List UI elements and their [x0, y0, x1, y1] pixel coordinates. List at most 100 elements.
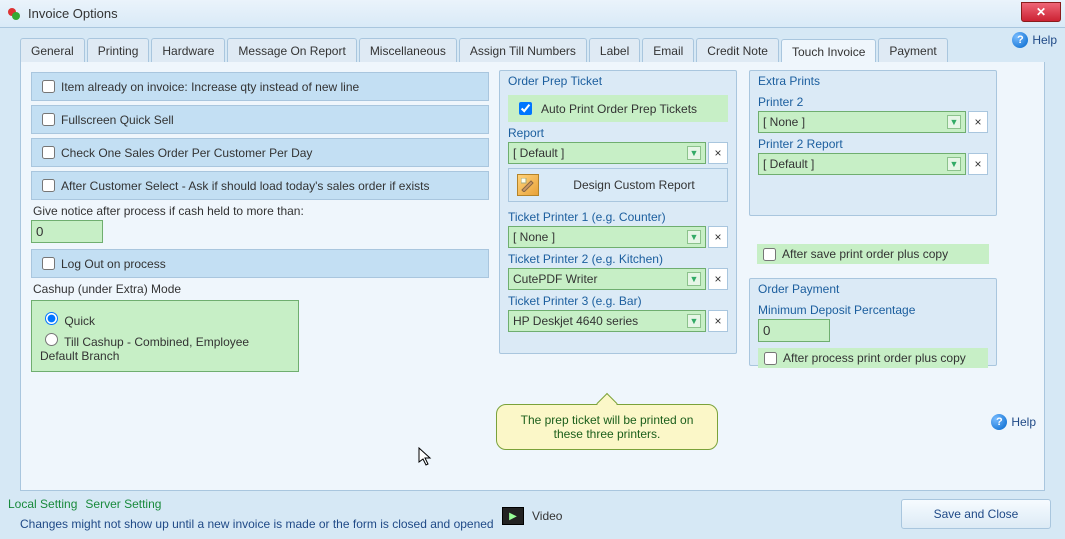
design-custom-report-button[interactable]: Design Custom Report: [508, 168, 728, 202]
radio-quick[interactable]: Quick: [40, 309, 290, 328]
group-legend: Extra Prints: [754, 72, 992, 90]
tab-miscellaneous[interactable]: Miscellaneous: [359, 38, 457, 64]
min-deposit-label: Minimum Deposit Percentage: [758, 303, 988, 317]
ticket-printer-2-combo[interactable]: CutePDF Writer ▼: [508, 268, 706, 290]
tab-printing[interactable]: Printing: [87, 38, 150, 64]
check-label: After save print order plus copy: [782, 247, 948, 261]
tab-assign-till-numbers[interactable]: Assign Till Numbers: [459, 38, 587, 64]
tab-hardware[interactable]: Hardware: [151, 38, 225, 64]
checkbox[interactable]: [763, 248, 776, 261]
check-label: Item already on invoice: Increase qty in…: [61, 80, 359, 94]
check-after-customer-select[interactable]: After Customer Select - Ask if should lo…: [31, 171, 489, 200]
cashup-mode-group: Quick Till Cashup - Combined, Employee D…: [31, 300, 299, 372]
chevron-down-icon: ▼: [687, 230, 701, 244]
tab-credit-note[interactable]: Credit Note: [696, 38, 779, 64]
ruler-pencil-icon: [517, 174, 539, 196]
checkbox[interactable]: [42, 113, 55, 126]
button-label: Design Custom Report: [549, 178, 719, 192]
ticket-printer-2-label: Ticket Printer 2 (e.g. Kitchen): [508, 252, 728, 266]
checkbox[interactable]: [42, 179, 55, 192]
chevron-down-icon: ▼: [687, 146, 701, 160]
ticket-printer-3-clear-button[interactable]: ×: [708, 310, 728, 332]
button-label: Save and Close: [934, 507, 1019, 521]
group-legend: Order Prep Ticket: [504, 72, 732, 90]
min-deposit-input[interactable]: [758, 319, 830, 342]
after-save-row: After save print order plus copy: [749, 240, 997, 262]
group-order-payment: Order Payment Minimum Deposit Percentage…: [749, 278, 997, 366]
check-label: Fullscreen Quick Sell: [61, 113, 174, 127]
footer-links: Local Setting Server Setting: [8, 497, 161, 511]
group-legend: Order Payment: [754, 280, 992, 298]
radio-label: Quick: [64, 314, 95, 328]
printer-2-report-label: Printer 2 Report: [758, 137, 988, 151]
check-label: Log Out on process: [61, 257, 166, 271]
ticket-printer-1-clear-button[interactable]: ×: [708, 226, 728, 248]
app-icon: [6, 6, 22, 22]
ticket-printer-3-label: Ticket Printer 3 (e.g. Bar): [508, 294, 728, 308]
combo-value: [ Default ]: [763, 157, 814, 171]
close-button[interactable]: ✕: [1021, 2, 1061, 22]
group-order-prep-ticket: Order Prep Ticket Auto Print Order Prep …: [499, 70, 737, 354]
check-item-already-on-invoice[interactable]: Item already on invoice: Increase qty in…: [31, 72, 489, 101]
radio-label: Till Cashup - Combined, Employee Default…: [40, 335, 249, 363]
checkbox[interactable]: [519, 102, 532, 115]
report-combo[interactable]: [ Default ] ▼: [508, 142, 706, 164]
tab-email[interactable]: Email: [642, 38, 694, 64]
radio[interactable]: [45, 312, 58, 325]
check-fullscreen-quick-sell[interactable]: Fullscreen Quick Sell: [31, 105, 489, 134]
combo-value: [ Default ]: [513, 146, 564, 160]
save-and-close-button[interactable]: Save and Close: [901, 499, 1051, 529]
video-label: Video: [532, 509, 562, 523]
checkbox[interactable]: [42, 146, 55, 159]
tab-label[interactable]: Label: [589, 38, 640, 64]
cursor-icon: [418, 447, 434, 472]
check-after-process-print[interactable]: After process print order plus copy: [758, 348, 988, 368]
radio[interactable]: [45, 333, 58, 346]
tab-content: Item already on invoice: Increase qty in…: [20, 62, 1045, 491]
checkbox[interactable]: [764, 352, 777, 365]
tab-payment[interactable]: Payment: [878, 38, 947, 64]
footer-note: Changes might not show up until a new in…: [20, 517, 494, 531]
notice-value-input[interactable]: [31, 220, 103, 243]
close-icon: ✕: [1036, 5, 1046, 19]
tooltip-callout: The prep ticket will be printed on these…: [496, 404, 718, 450]
titlebar: Invoice Options ✕: [0, 0, 1065, 28]
tabstrip: General Printing Hardware Message On Rep…: [20, 38, 1045, 65]
combo-value: [ None ]: [513, 230, 555, 244]
cashup-mode-label: Cashup (under Extra) Mode: [33, 282, 489, 296]
check-one-sales-order-per-day[interactable]: Check One Sales Order Per Customer Per D…: [31, 138, 489, 167]
check-log-out-on-process[interactable]: Log Out on process: [31, 249, 489, 278]
checkbox[interactable]: [42, 257, 55, 270]
checkbox[interactable]: [42, 80, 55, 93]
printer-2-label: Printer 2: [758, 95, 988, 109]
ticket-printer-3-combo[interactable]: HP Deskjet 4640 series ▼: [508, 310, 706, 332]
printer-2-report-clear-button[interactable]: ×: [968, 153, 988, 175]
ticket-printer-2-clear-button[interactable]: ×: [708, 268, 728, 290]
tab-general[interactable]: General: [20, 38, 85, 64]
help-link-bottom[interactable]: ? Help: [991, 414, 1036, 430]
video-link[interactable]: ▶ Video: [502, 507, 562, 525]
combo-value: CutePDF Writer: [513, 272, 597, 286]
window-title: Invoice Options: [28, 6, 118, 21]
printer-2-clear-button[interactable]: ×: [968, 111, 988, 133]
ticket-printer-1-label: Ticket Printer 1 (e.g. Counter): [508, 210, 728, 224]
check-after-save-print[interactable]: After save print order plus copy: [757, 244, 989, 264]
left-column: Item already on invoice: Increase qty in…: [31, 72, 489, 372]
server-setting-link[interactable]: Server Setting: [85, 497, 161, 511]
local-setting-link[interactable]: Local Setting: [8, 497, 77, 511]
notice-label: Give notice after process if cash held t…: [33, 204, 489, 218]
report-label: Report: [508, 126, 728, 140]
tab-message-on-report[interactable]: Message On Report: [227, 38, 356, 64]
chevron-down-icon: ▼: [687, 272, 701, 286]
combo-value: HP Deskjet 4640 series: [513, 314, 638, 328]
radio-till-cashup[interactable]: Till Cashup - Combined, Employee Default…: [40, 330, 290, 363]
check-auto-print-prep[interactable]: Auto Print Order Prep Tickets: [508, 95, 728, 122]
check-label: After Customer Select - Ask if should lo…: [61, 179, 429, 193]
play-icon: ▶: [502, 507, 524, 525]
printer-2-report-combo[interactable]: [ Default ] ▼: [758, 153, 966, 175]
printer-2-combo[interactable]: [ None ] ▼: [758, 111, 966, 133]
help-icon: ?: [991, 414, 1007, 430]
report-clear-button[interactable]: ×: [708, 142, 728, 164]
check-label: Check One Sales Order Per Customer Per D…: [61, 146, 312, 160]
ticket-printer-1-combo[interactable]: [ None ] ▼: [508, 226, 706, 248]
